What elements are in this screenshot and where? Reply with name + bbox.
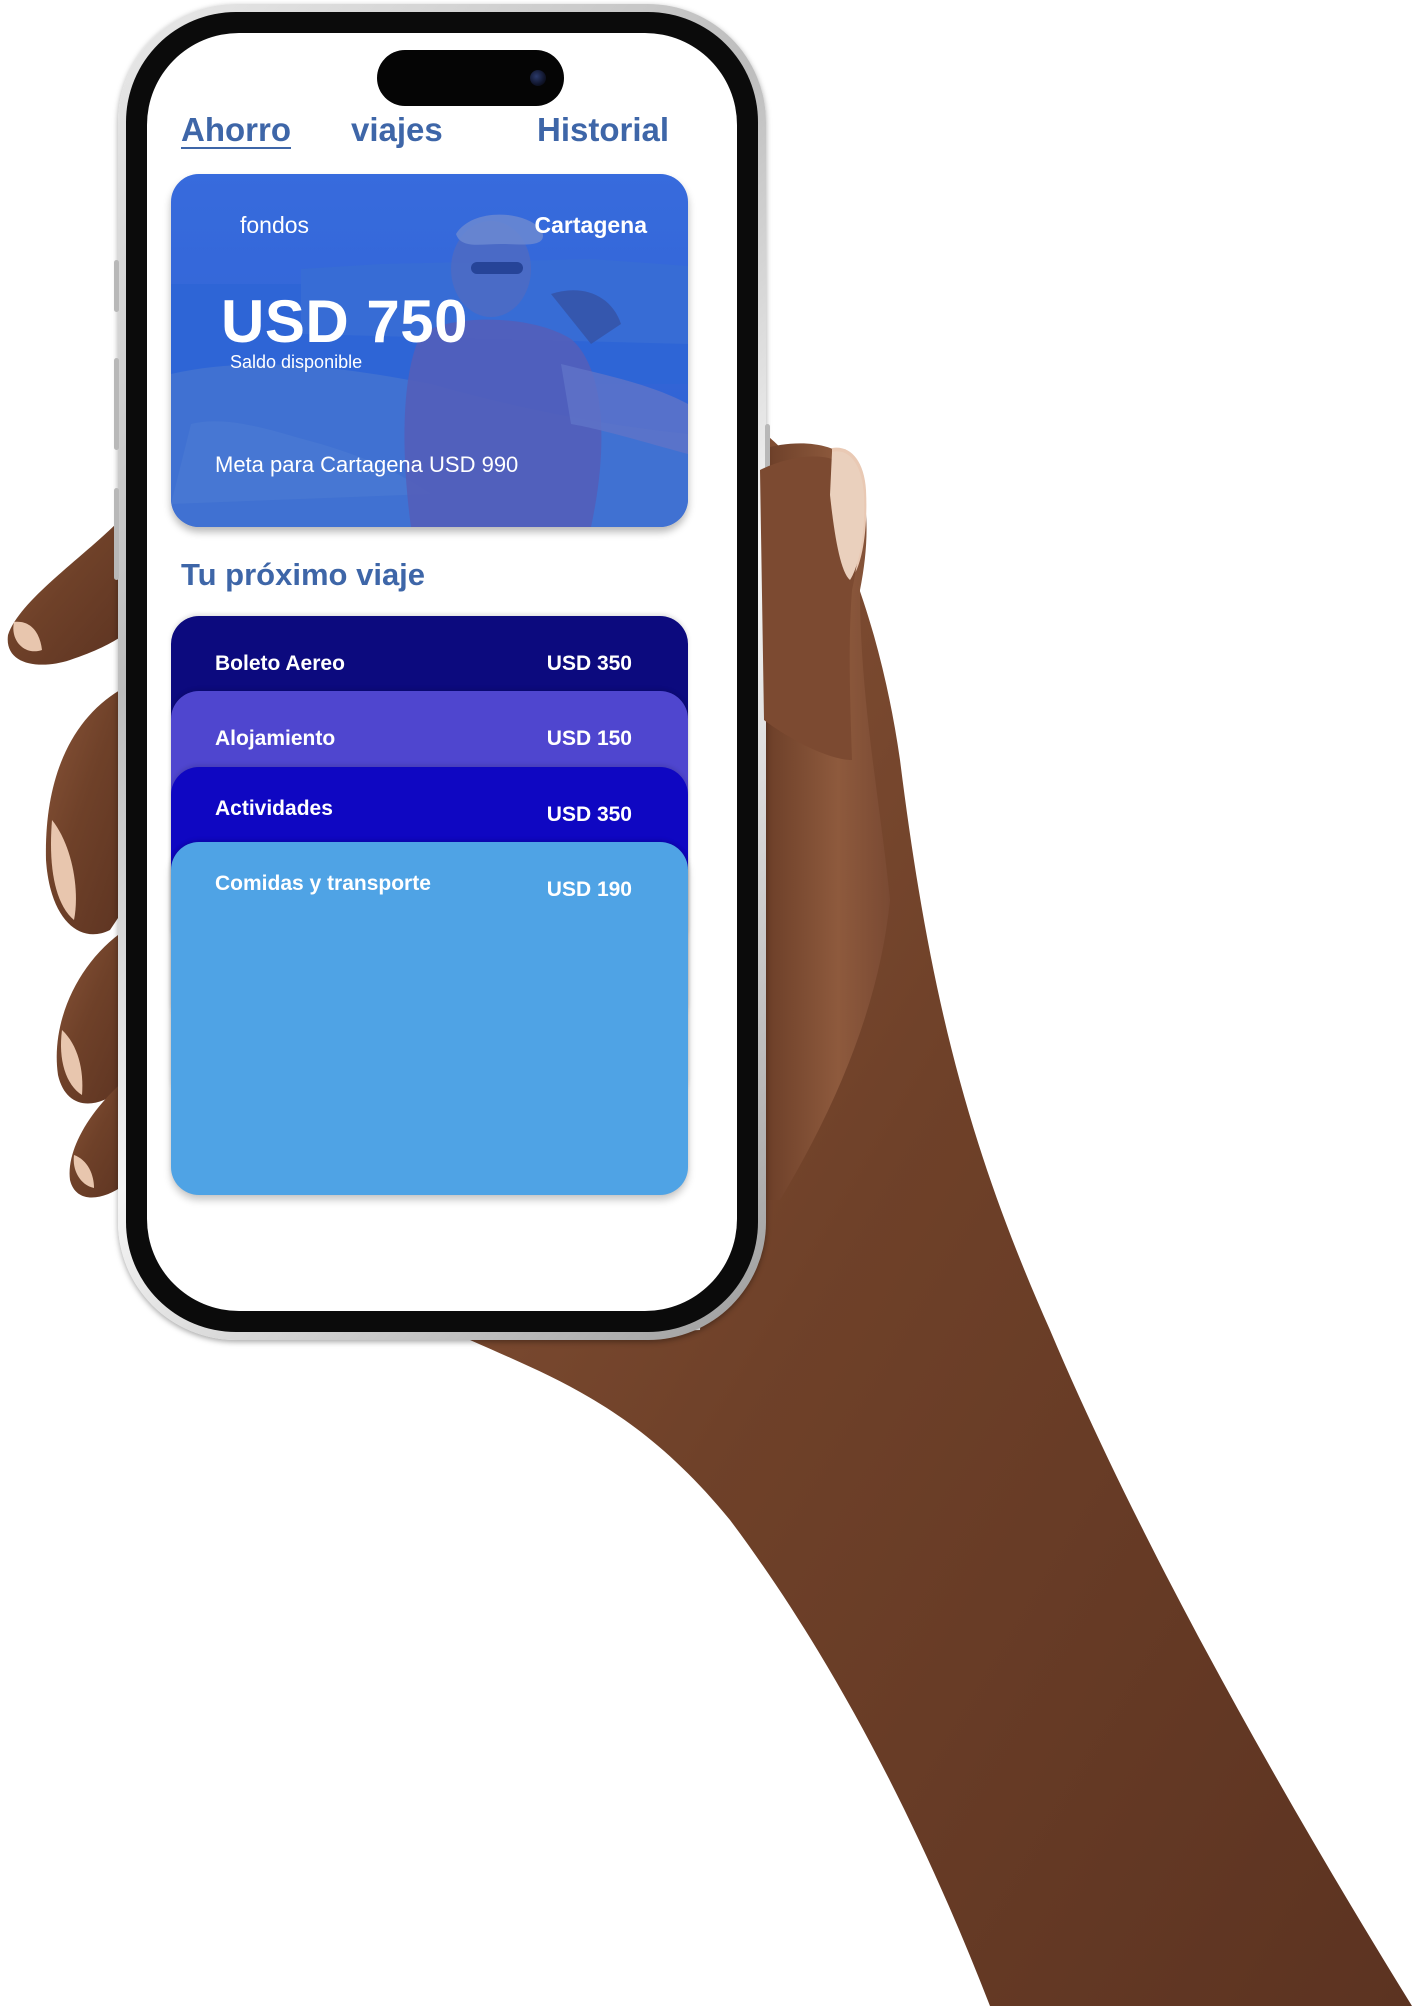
phone-frame: Ahorro viajes Historial fondos Cartagena… — [114, 4, 770, 1340]
savings-card[interactable]: fondos Cartagena USD 750 Saldo disponibl… — [171, 174, 688, 527]
front-camera-icon — [530, 70, 546, 86]
expense-amount: USD 190 — [546, 878, 632, 901]
volume-down-button — [114, 488, 119, 580]
savings-amount: USD 750 — [221, 288, 468, 355]
destination-label: Cartagena — [534, 212, 647, 238]
action-button — [114, 260, 119, 312]
funds-label: fondos — [240, 212, 310, 238]
expense-card-food-transport[interactable]: Comidas y transporte USD 190 — [171, 842, 688, 1195]
tab-ahorro[interactable]: Ahorro — [181, 111, 291, 149]
expense-name: Comidas y transporte — [215, 872, 431, 895]
tab-historial[interactable]: Historial — [537, 111, 669, 149]
expense-amount: USD 150 — [546, 727, 632, 750]
dynamic-island — [377, 50, 564, 106]
expense-name: Boleto Aereo — [215, 652, 345, 675]
next-trip-title: Tu próximo viaje — [181, 557, 426, 592]
app-screen: Ahorro viajes Historial fondos Cartagena… — [147, 33, 737, 1311]
expense-name: Actividades — [215, 797, 333, 820]
tab-viajes[interactable]: viajes — [351, 111, 443, 149]
power-button — [765, 424, 770, 564]
expense-amount: USD 350 — [546, 803, 632, 826]
expense-amount: USD 350 — [546, 652, 632, 675]
goal-text: Meta para Cartagena USD 990 — [215, 452, 519, 477]
volume-up-button — [114, 358, 119, 450]
expense-name: Alojamiento — [215, 727, 336, 750]
balance-label: Saldo disponible — [230, 352, 363, 372]
